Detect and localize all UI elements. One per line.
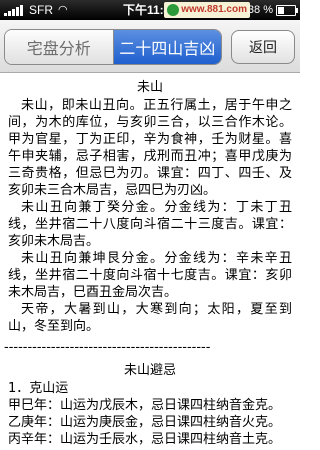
status-right: 38 % — [247, 0, 298, 20]
tab-house-analysis[interactable]: 宅盘分析 — [5, 30, 114, 64]
site-logo: www.881.com — [164, 2, 250, 18]
battery-icon — [276, 4, 298, 16]
section-heading: 1．克山运 — [8, 381, 69, 396]
logo-icon — [167, 4, 180, 16]
tab-24-mountains[interactable]: 二十四山吉凶 — [113, 30, 221, 64]
paragraph: 天帝，大暑到山，大寒到向；太阳，夏至到山，冬至到向。 — [8, 302, 292, 334]
segmented-control: 宅盘分析 二十四山吉凶 — [4, 29, 222, 65]
status-bar: SFR ◠ 下午11:42 www.881.com 38 % — [0, 0, 300, 20]
battery-percent: 38 % — [247, 4, 273, 16]
list-item: 甲巳年：山运为戊辰木，忌日课四柱纳音金克。 — [8, 398, 282, 413]
logo-text: www.881.com — [181, 4, 247, 15]
list-item: 丙辛年：山运为壬辰水，忌日课四柱纳音土克。 — [8, 432, 282, 447]
list-item: 乙庚年：山运为庚辰金，忌日课四柱纳音火克。 — [8, 415, 282, 430]
paragraph: 未山丑向兼坤艮分金。分金线为：辛未辛丑线，坐井宿二十度向斗宿十七度吉。课宜：亥卯… — [8, 251, 292, 300]
article-title: 未山 — [136, 80, 163, 95]
section-title: 未山避忌 — [123, 363, 176, 378]
paragraph: 未山丑向兼丁癸分金。分金线为：丁未丁丑线，坐井宿二十八度向斗宿二十三度吉。课宜：… — [8, 200, 292, 249]
paragraph: 未山，即未山丑向。正五行属土，居于午申之间，为木的库位，与亥卯三合，以三合作木论… — [8, 98, 292, 198]
article-content[interactable]: 未山 未山，即未山丑向。正五行属土，居于午申之间，为木的库位，与亥卯三合，以三合… — [0, 73, 300, 450]
toolbar: 宅盘分析 二十四山吉凶 返回 — [0, 20, 300, 73]
divider: ----------------------------------------… — [4, 340, 211, 355]
back-button[interactable]: 返回 — [231, 30, 295, 64]
